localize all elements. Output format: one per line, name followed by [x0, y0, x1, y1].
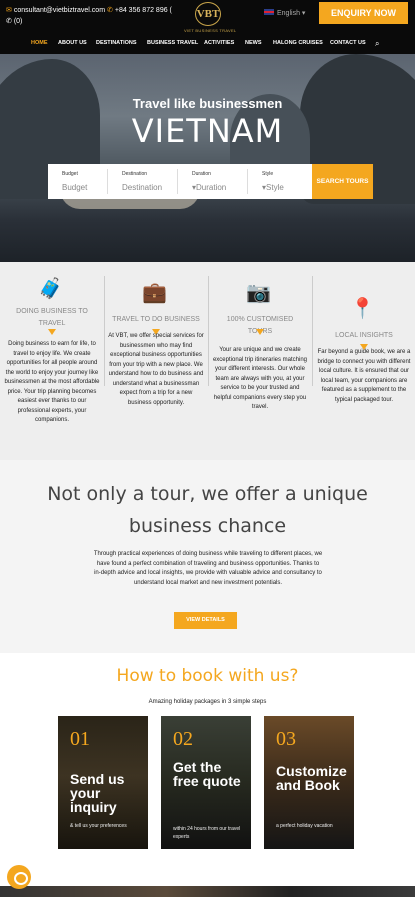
- business-chance-section: Not only a tour, we offer a unique busin…: [0, 460, 415, 653]
- feature-item: 💼 TRAVEL TO DO BUSINESS At VBT, we offer…: [104, 262, 208, 460]
- step-description: a perfect holiday vacation: [276, 823, 333, 829]
- duration-label: Duration: [192, 171, 211, 177]
- nav-about-us[interactable]: ABOUT US: [58, 40, 87, 46]
- feature-item: 📍 LOCAL INSIGHTS Far beyond a guide book…: [312, 262, 415, 460]
- section-heading: How to book with us?: [116, 666, 299, 686]
- step-description: & tell us your preferences: [70, 823, 127, 829]
- step-title: Get the free quote: [173, 759, 241, 789]
- phone-link[interactable]: ✆ +84 356 872 896 (: [107, 7, 172, 14]
- logo-mark: VBT: [195, 2, 221, 26]
- chat-bubble-icon[interactable]: [7, 865, 31, 889]
- search-icon[interactable]: ⌕: [375, 39, 379, 49]
- budget-label: Budget: [62, 171, 78, 177]
- how-to-book-section: How to book with us? Amazing holiday pac…: [0, 653, 415, 897]
- view-details-button[interactable]: VIEW DETAILS: [174, 612, 237, 629]
- hero-title: Travel like businessmen: [132, 96, 283, 111]
- nav-contact-us[interactable]: CONTACT US: [330, 40, 366, 46]
- nav-halong-cruises[interactable]: HALONG CRUISES: [273, 40, 323, 46]
- feature-description: Your are unique and we create exceptiona…: [212, 347, 308, 410]
- divider: [312, 276, 313, 386]
- nav-news[interactable]: NEWS: [245, 40, 262, 46]
- phone-icon: ✆: [106, 7, 113, 14]
- step-title: Send us your inquiry: [70, 771, 125, 815]
- enquiry-now-button[interactable]: ENQUIRY NOW: [319, 2, 408, 24]
- tour-search-form: Budget Budget Destination Destination Du…: [48, 164, 312, 199]
- uk-flag-icon: [264, 9, 274, 15]
- duration-field[interactable]: Duration ▾Duration: [178, 164, 248, 199]
- whatsapp-link[interactable]: ✆ (0): [6, 18, 22, 25]
- step-number: 01: [70, 728, 90, 750]
- step-number: 02: [173, 728, 193, 750]
- step-title: Customize and Book: [276, 763, 347, 793]
- divider: [208, 276, 209, 386]
- features-section: 🧳 DOING BUSINESS TO TRAVEL Doing busines…: [0, 262, 415, 460]
- caret-icon: [48, 329, 56, 335]
- caret-icon: [256, 329, 264, 335]
- email-link[interactable]: ✉ consultant@vietbiztravel.com: [6, 7, 105, 14]
- feature-title: TRAVEL TO DO BUSINESS: [112, 316, 200, 323]
- step-card[interactable]: 01 Send us your inquiry & tell us your p…: [58, 716, 148, 849]
- section-text: Through practical experiences of doing b…: [93, 551, 323, 586]
- feature-item: 📷 100% CUSTOMISED TOURS Your are unique …: [208, 262, 312, 460]
- destination-field[interactable]: Destination Destination: [108, 164, 178, 199]
- style-field[interactable]: Style ▾Style: [248, 164, 312, 199]
- step-card[interactable]: 03 Customize and Book a perfect holiday …: [264, 716, 354, 849]
- style-value[interactable]: ▾Style: [262, 183, 284, 192]
- location-icon: 📍: [350, 298, 375, 320]
- nav-home[interactable]: HOME: [31, 40, 48, 46]
- logo-tagline: VIET BUSINESS TRAVEL: [184, 28, 237, 33]
- section-heading: Not only a tour, we offer a unique busin…: [47, 483, 368, 537]
- step-card[interactable]: 02 Get the free quote within 24 hours fr…: [161, 716, 251, 849]
- style-label: Style: [262, 171, 274, 177]
- search-tours-button[interactable]: SEARCH TOURS: [312, 164, 373, 199]
- chevron-down-icon: ▾: [301, 10, 306, 17]
- logo[interactable]: VBT VIET BUSINESS TRAVEL: [184, 2, 237, 36]
- top-bar: ✉ consultant@vietbiztravel.com ✆ +84 356 8…: [0, 0, 415, 38]
- destination-label: Destination: [122, 171, 148, 177]
- feature-title: DOING BUSINESS TO TRAVEL: [16, 308, 88, 327]
- nav-activities[interactable]: ACTIVITIES: [204, 40, 234, 46]
- feature-description: Far beyond a guide book, we are a bridge…: [317, 349, 411, 403]
- divider: [104, 276, 105, 386]
- whatsapp-icon: ✆: [6, 18, 14, 25]
- main-nav: HOME ABOUT US DESTINATIONS BUSINESS TRAV…: [0, 38, 415, 54]
- budget-field[interactable]: Budget Budget: [48, 164, 108, 199]
- next-section-preview: [0, 886, 415, 897]
- feature-description: Doing business to earn for life, to trav…: [4, 341, 100, 423]
- duration-value[interactable]: ▾Duration: [192, 183, 226, 192]
- feature-title: LOCAL INSIGHTS: [335, 332, 393, 339]
- nav-destinations[interactable]: DESTINATIONS: [96, 40, 137, 46]
- section-subtitle: Amazing holiday packages in 3 simple ste…: [148, 699, 267, 705]
- feature-description: At VBT, we offer special services for bu…: [108, 333, 204, 406]
- hero-destination: VIETNAM: [131, 112, 284, 150]
- feature-item: 🧳 DOING BUSINESS TO TRAVEL Doing busines…: [0, 262, 104, 460]
- destination-value[interactable]: Destination: [122, 183, 162, 192]
- camera-icon: 📷: [246, 282, 271, 304]
- nav-business-travel[interactable]: BUSINESS TRAVEL: [147, 40, 198, 46]
- hero-banner: Travel like businessmen VIETNAM Budget B…: [0, 54, 415, 262]
- luggage-icon: 🧳: [38, 278, 63, 300]
- step-description: within 24 hours from our travel experts: [173, 826, 241, 840]
- budget-value[interactable]: Budget: [62, 183, 87, 192]
- step-number: 03: [276, 728, 296, 750]
- language-selector[interactable]: English ▾: [264, 9, 305, 17]
- briefcase-icon: 💼: [142, 282, 167, 304]
- contact-info: ✉ consultant@vietbiztravel.com ✆ +84 356 8…: [6, 5, 176, 27]
- mail-icon: ✉: [6, 7, 12, 14]
